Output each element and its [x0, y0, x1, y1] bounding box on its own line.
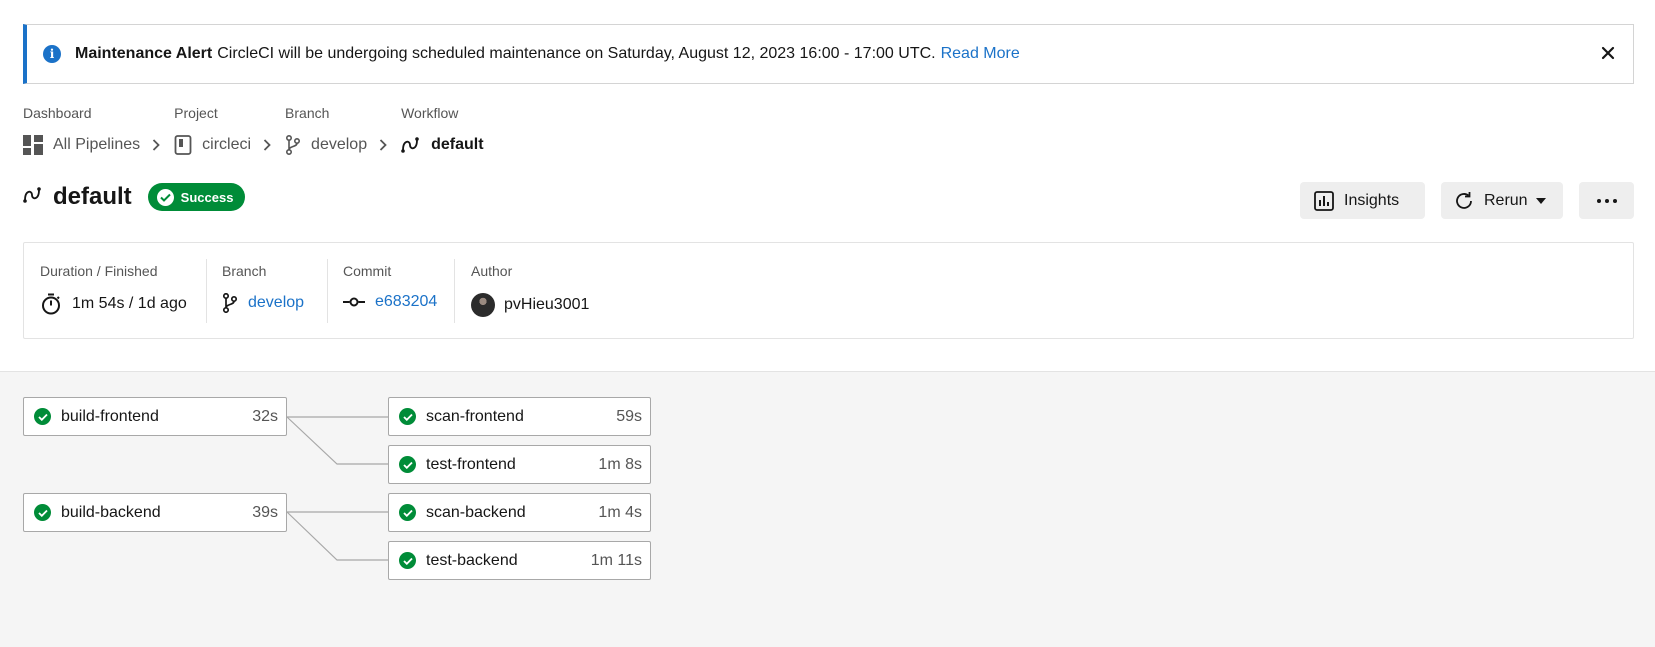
crumb-workflow-current: default [401, 133, 484, 157]
job-name: build-backend [61, 503, 161, 521]
rerun-label: Rerun [1484, 191, 1528, 209]
chevron-right-icon [152, 139, 160, 151]
job-duration: 1m 11s [590, 551, 642, 569]
crumb-label: Dashboard [23, 105, 92, 121]
workflow-graph: build-frontend 32s scan-frontend 59s tes… [0, 371, 1655, 647]
connector-line [286, 416, 388, 465]
read-more-link[interactable]: Read More [941, 45, 1020, 63]
job-name: scan-backend [426, 503, 526, 521]
maintenance-alert: i Maintenance Alert CircleCI will be und… [23, 24, 1634, 84]
breadcrumb: Dashboard All Pipelines Project circleci… [23, 105, 484, 157]
insights-button[interactable]: Insights [1300, 182, 1425, 219]
workflow-details-card: Duration / Finished 1m 54s / 1d ago Bran… [23, 242, 1634, 339]
job-duration: 1m 8s [598, 455, 642, 473]
branch-value: develop [222, 293, 304, 313]
branch-link[interactable]: develop [248, 294, 304, 312]
commit-icon [343, 297, 365, 307]
connector-line [286, 511, 388, 561]
chart-icon [1314, 190, 1334, 211]
crumb-project: Project circleci [174, 105, 285, 157]
status-badge: Success [147, 183, 246, 211]
crumb-label: Project [174, 105, 218, 121]
job-duration: 32s [252, 407, 278, 425]
branch-icon [285, 135, 301, 155]
job-name: scan-frontend [426, 407, 524, 425]
job-build-backend[interactable]: build-backend 39s [23, 493, 287, 532]
crumb-value: All Pipelines [53, 136, 141, 153]
caret-down-icon [1535, 197, 1546, 204]
branch-icon [222, 293, 238, 313]
crumb-value: circleci [202, 136, 252, 153]
page-title: default [53, 183, 132, 210]
job-duration: 59s [616, 407, 642, 425]
crumb-value: default [431, 136, 484, 153]
chevron-right-icon [379, 139, 387, 151]
more-options-button[interactable] [1579, 182, 1634, 219]
status-text: Success [180, 189, 234, 205]
job-scan-backend[interactable]: scan-backend 1m 4s [388, 493, 651, 532]
job-name: test-backend [426, 551, 518, 569]
job-scan-frontend[interactable]: scan-frontend 59s [388, 397, 651, 436]
success-check-icon [399, 504, 416, 521]
divider [454, 259, 455, 323]
workflow-icon [23, 186, 43, 209]
job-test-frontend[interactable]: test-frontend 1m 8s [388, 445, 651, 484]
job-name: test-frontend [426, 455, 516, 473]
alert-title: Maintenance Alert [75, 45, 213, 62]
divider [206, 259, 207, 323]
job-build-frontend[interactable]: build-frontend 32s [23, 397, 287, 436]
branch-label: Branch [222, 263, 267, 279]
crumb-workflow: Workflow default [401, 105, 483, 157]
crumb-branch: Branch develop [285, 105, 401, 157]
page-header: default Success [23, 183, 246, 211]
rerun-button[interactable]: Rerun [1441, 182, 1563, 219]
author-label: Author [471, 263, 513, 279]
author-name: pvHieu3001 [504, 296, 590, 313]
close-alert-button[interactable] [1597, 42, 1619, 64]
author-value: pvHieu3001 [471, 293, 589, 317]
commit-link[interactable]: e683204 [375, 293, 437, 311]
repository-icon [174, 135, 192, 155]
alert-message: CircleCI will be undergoing scheduled ma… [217, 45, 936, 62]
job-name: build-frontend [61, 407, 159, 425]
crumb-label: Workflow [401, 105, 459, 121]
crumb-value: develop [311, 136, 368, 153]
check-circle-icon [156, 188, 174, 206]
crumb-all-pipelines-link[interactable]: All Pipelines [23, 133, 174, 157]
close-icon [1601, 46, 1615, 60]
success-check-icon [399, 408, 416, 425]
duration-label: Duration / Finished [40, 263, 158, 279]
success-check-icon [399, 456, 416, 473]
job-test-backend[interactable]: test-backend 1m 11s [388, 541, 651, 580]
crumb-branch-link[interactable]: develop [285, 133, 401, 157]
commit-label: Commit [343, 263, 392, 279]
chevron-right-icon [263, 139, 271, 151]
success-check-icon [34, 408, 51, 425]
crumb-dashboard: Dashboard All Pipelines [23, 105, 174, 157]
more-icon [1596, 198, 1617, 203]
success-check-icon [399, 552, 416, 569]
avatar [471, 293, 495, 317]
crumb-label: Branch [285, 105, 330, 121]
job-duration: 1m 4s [598, 503, 642, 521]
divider [327, 259, 328, 323]
dashboard-icon [23, 135, 43, 155]
success-check-icon [34, 504, 51, 521]
job-duration: 39s [252, 503, 278, 521]
crumb-project-link[interactable]: circleci [174, 133, 285, 157]
duration-text: 1m 54s / 1d ago [72, 295, 187, 312]
stopwatch-icon [40, 293, 62, 315]
info-icon: i [43, 45, 61, 63]
commit-value: e683204 [343, 293, 437, 311]
workflow-icon [401, 136, 421, 154]
refresh-icon [1454, 191, 1474, 211]
insights-label: Insights [1344, 191, 1400, 209]
duration-value: 1m 54s / 1d ago [40, 293, 187, 315]
